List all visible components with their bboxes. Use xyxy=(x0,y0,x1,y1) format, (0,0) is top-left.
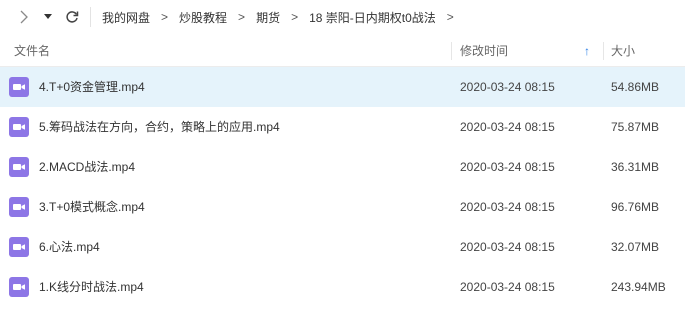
file-size: 75.87MB xyxy=(611,120,660,134)
file-name[interactable]: 5.筹码战法在方向，合约，策略上的应用.mp4 xyxy=(39,107,280,147)
file-row[interactable]: 2.MACD战法.mp4 2020-03-24 08:15 36.31MB xyxy=(0,147,685,187)
file-size: 243.94MB xyxy=(611,280,666,294)
chevron-right-icon xyxy=(20,10,28,24)
file-name[interactable]: 1.K线分时战法.mp4 xyxy=(39,267,144,307)
back-button[interactable] xyxy=(14,7,34,27)
breadcrumb: 我的网盘 > 炒股教程 > 期货 >18 崇阳-日内期权t0战法 > xyxy=(102,9,465,26)
file-name[interactable]: 6.心法.mp4 xyxy=(39,227,100,267)
column-divider[interactable] xyxy=(451,42,452,60)
column-header-size[interactable]: 大小 xyxy=(611,36,681,66)
file-size: 54.86MB xyxy=(611,80,660,94)
file-name[interactable]: 2.MACD战法.mp4 xyxy=(39,147,135,187)
video-file-icon xyxy=(9,157,29,177)
file-size: 32.07MB xyxy=(611,240,660,254)
file-size: 36.31MB xyxy=(611,160,660,174)
toolbar-divider xyxy=(90,7,91,27)
breadcrumb-separator: > xyxy=(291,10,299,24)
file-size: 96.76MB xyxy=(611,200,660,214)
file-name[interactable]: 4.T+0资金管理.mp4 xyxy=(39,67,145,107)
breadcrumb-separator[interactable]: > xyxy=(447,10,454,24)
file-modified-date: 2020-03-24 08:15 xyxy=(460,200,555,214)
video-file-icon xyxy=(9,197,29,217)
column-header-name[interactable]: 文件名 xyxy=(14,36,444,66)
refresh-button[interactable] xyxy=(62,7,82,27)
file-row[interactable]: 3.T+0模式概念.mp4 2020-03-24 08:15 96.76MB xyxy=(0,187,685,227)
breadcrumb-separator: > xyxy=(161,10,169,24)
breadcrumb-separator: > xyxy=(238,10,246,24)
file-modified-date: 2020-03-24 08:15 xyxy=(460,120,555,134)
refresh-icon xyxy=(66,11,79,23)
file-modified-date: 2020-03-24 08:15 xyxy=(460,160,555,174)
video-file-icon xyxy=(9,277,29,297)
breadcrumb-item[interactable]: 期货 xyxy=(256,9,280,26)
file-modified-date: 2020-03-24 08:15 xyxy=(460,280,555,294)
file-row[interactable]: 5.筹码战法在方向，合约，策略上的应用.mp4 2020-03-24 08:15 7… xyxy=(0,107,685,147)
breadcrumb-item[interactable]: 18 崇阳-日内期权t0战法 xyxy=(309,9,436,26)
sort-ascending-icon: ↑ xyxy=(584,44,590,58)
column-header-date[interactable]: 修改时间 xyxy=(460,36,602,66)
file-row[interactable]: 1.K线分时战法.mp4 2020-03-24 08:15 243.94MB xyxy=(0,267,685,307)
file-modified-date: 2020-03-24 08:15 xyxy=(460,240,555,254)
column-divider[interactable] xyxy=(603,42,604,60)
history-dropdown-button[interactable] xyxy=(38,7,58,27)
video-file-icon xyxy=(9,77,29,97)
file-list-header: 文件名 修改时间 ↑ 大小 xyxy=(0,36,685,67)
video-file-icon xyxy=(9,117,29,137)
file-list: 4.T+0资金管理.mp4 2020-03-24 08:15 54.86MB 5.筹码… xyxy=(0,67,685,307)
breadcrumb-item[interactable]: 我的网盘 xyxy=(102,9,150,26)
breadcrumb-item[interactable]: 炒股教程 xyxy=(179,9,227,26)
toolbar: 我的网盘 > 炒股教程 > 期货 >18 崇阳-日内期权t0战法 > xyxy=(0,0,685,34)
caret-down-icon xyxy=(44,14,52,19)
file-modified-date: 2020-03-24 08:15 xyxy=(460,80,555,94)
file-row[interactable]: 6.心法.mp4 2020-03-24 08:15 32.07MB xyxy=(0,227,685,267)
file-row[interactable]: 4.T+0资金管理.mp4 2020-03-24 08:15 54.86MB xyxy=(0,67,685,107)
file-name[interactable]: 3.T+0模式概念.mp4 xyxy=(39,187,145,227)
video-file-icon xyxy=(9,237,29,257)
